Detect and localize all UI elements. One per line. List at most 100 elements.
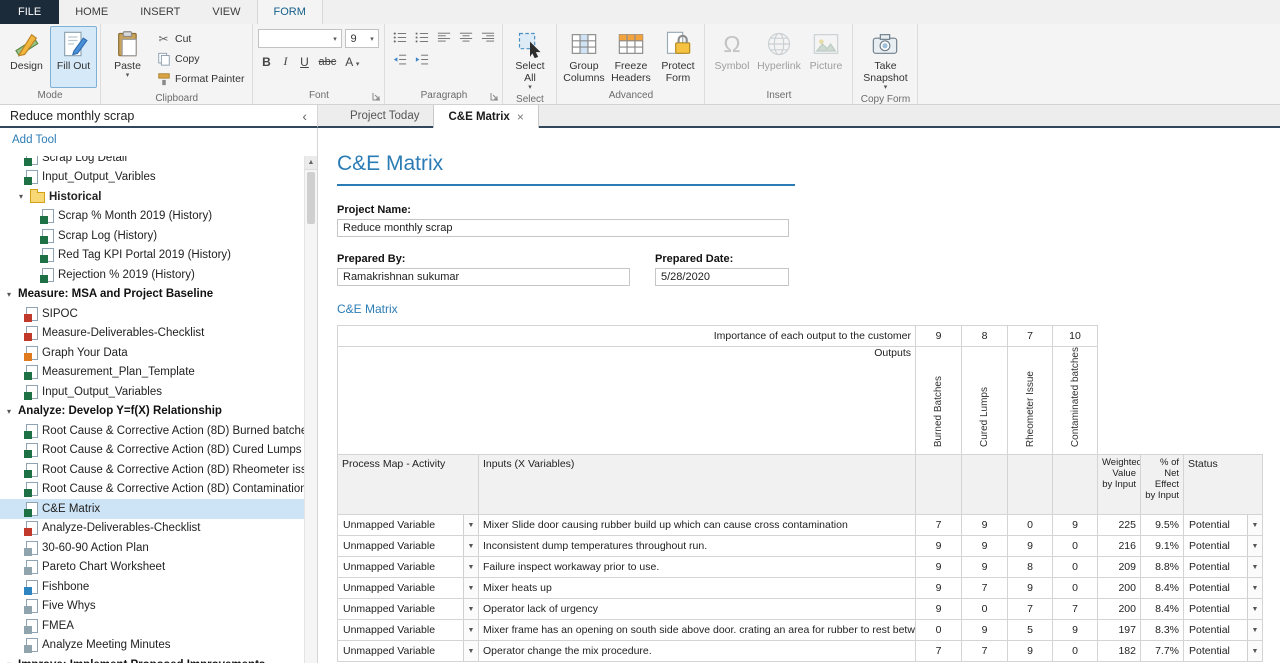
strikethrough-button[interactable]: abc [315,55,339,69]
input-variable-cell[interactable]: Mixer heats up [479,578,916,599]
score-cell[interactable]: 0 [916,620,962,641]
activity-select-combobox[interactable]: Unmapped Variable▼ [338,641,478,661]
activity-select-combobox[interactable]: Unmapped Variable▼ [338,536,478,556]
importance-value-cell[interactable]: 7 [1008,326,1053,347]
copy-button[interactable]: Copy [153,50,247,68]
expand-arrow-icon[interactable]: ▾ [4,290,14,299]
dropdown-arrow-icon[interactable]: ▼ [463,557,478,577]
dropdown-arrow-icon[interactable]: ▼ [463,578,478,598]
select-all-dropdown-icon[interactable]: ▾ [528,84,532,91]
score-cell[interactable]: 7 [962,578,1008,599]
sidebar-section-improve-implement-proposed-improvements[interactable]: ▾Improve: Implement Proposed Improvement… [0,655,304,663]
paste-dropdown-arrow-icon[interactable]: ▾ [126,72,130,79]
tab-home[interactable]: HOME [59,0,124,24]
sidebar-item-c-e-matrix[interactable]: C&E Matrix [0,499,304,519]
status-select[interactable]: Potential▼ [1184,599,1263,620]
font-size-dropdown-icon[interactable]: ▾ [365,35,378,43]
take-snapshot-dropdown-icon[interactable]: ▾ [884,84,888,91]
sidebar-section-analyze-develop-y-f-x-relationship[interactable]: ▾Analyze: Develop Y=f(X) Relationship [0,402,304,422]
score-cell[interactable]: 5 [1008,620,1053,641]
score-cell[interactable]: 9 [1008,578,1053,599]
score-cell[interactable]: 0 [962,599,1008,620]
score-cell[interactable]: 0 [1053,557,1098,578]
dropdown-arrow-icon[interactable]: ▼ [1247,641,1262,661]
expand-arrow-icon[interactable]: ▾ [4,407,14,416]
input-variable-cell[interactable]: Mixer frame has an opening on south side… [479,620,916,641]
sidebar-item-graph-your-data[interactable]: Graph Your Data [0,343,304,363]
expand-arrow-icon[interactable]: ▾ [16,192,26,201]
score-cell[interactable]: 0 [1053,641,1098,662]
project-name-field[interactable] [337,219,789,237]
sidebar-item-sipoc[interactable]: SIPOC [0,304,304,324]
italic-button[interactable]: I [277,53,293,70]
dropdown-arrow-icon[interactable]: ▼ [1247,620,1262,640]
dropdown-arrow-icon[interactable]: ▼ [463,515,478,535]
sidebar-item-analyze-meeting-minutes[interactable]: Analyze Meeting Minutes [0,636,304,656]
decrease-indent-icon[interactable] [390,51,409,68]
input-variable-cell[interactable]: Failure inspect workaway prior to use. [479,557,916,578]
activity-select-combobox[interactable]: Unmapped Variable▼ [338,620,478,640]
dropdown-arrow-icon[interactable]: ▼ [1247,536,1262,556]
score-cell[interactable]: 9 [1053,620,1098,641]
sidebar-item-scrap-month-2019-history[interactable]: Scrap % Month 2019 (History) [0,207,304,227]
sidebar-item-pareto-chart-worksheet[interactable]: Pareto Chart Worksheet [0,558,304,578]
activity-select[interactable]: Unmapped Variable▼ [338,620,479,641]
tab-insert[interactable]: INSERT [124,0,196,24]
font-color-button[interactable]: A ▾ [342,54,362,70]
dropdown-arrow-icon[interactable]: ▼ [1247,578,1262,598]
paragraph-dialog-launcher-icon[interactable] [490,92,499,101]
score-cell[interactable]: 9 [962,536,1008,557]
freeze-headers-button[interactable]: Freeze Headers [607,26,654,88]
status-select[interactable]: Potential▼ [1184,578,1263,599]
select-all-button[interactable]: Select All ▾ [506,26,553,93]
prepared-date-field[interactable] [655,268,789,286]
sidebar-item-five-whys[interactable]: Five Whys [0,597,304,617]
score-cell[interactable]: 9 [1053,515,1098,536]
bold-button[interactable]: B [258,54,274,70]
align-left-icon[interactable] [434,29,453,46]
score-cell[interactable]: 0 [1053,578,1098,599]
dropdown-arrow-icon[interactable]: ▼ [463,536,478,556]
activity-select-combobox[interactable]: Unmapped Variable▼ [338,578,478,598]
score-cell[interactable]: 7 [1053,599,1098,620]
sidebar-item-measurement-plan-template[interactable]: Measurement_Plan_Template [0,363,304,383]
status-select-combobox[interactable]: Potential▼ [1184,536,1262,556]
take-snapshot-button[interactable]: Take Snapshot ▾ [856,26,914,93]
font-color-dropdown-icon[interactable]: ▾ [356,61,360,68]
score-cell[interactable]: 9 [962,557,1008,578]
scroll-up-icon[interactable]: ▲ [305,156,317,170]
score-cell[interactable]: 9 [916,578,962,599]
sidebar-item-input-output-variables[interactable]: Input_Output_Variables [0,382,304,402]
sidebar-item-rejection-2019-history[interactable]: Rejection % 2019 (History) [0,265,304,285]
tab-view[interactable]: VIEW [196,0,256,24]
numbered-list-icon[interactable] [412,29,431,46]
score-cell[interactable]: 8 [1008,557,1053,578]
sidebar-item-root-cause-corrective-action-8d-contamin[interactable]: Root Cause & Corrective Action (8D) Cont… [0,480,304,500]
status-select-combobox[interactable]: Potential▼ [1184,620,1262,640]
score-cell[interactable]: 9 [962,515,1008,536]
sidebar-item-scrap-log-detail[interactable]: Scrap Log Detail [0,156,304,168]
status-select[interactable]: Potential▼ [1184,515,1263,536]
importance-value-cell[interactable]: 8 [962,326,1008,347]
importance-value-cell[interactable]: 9 [916,326,962,347]
tab-ce-matrix[interactable]: C&E Matrix × [433,105,538,128]
sidebar-item-root-cause-corrective-action-8d-cured-lu[interactable]: Root Cause & Corrective Action (8D) Cure… [0,441,304,461]
dropdown-arrow-icon[interactable]: ▼ [463,620,478,640]
font-size-select[interactable]: 9 ▾ [345,29,379,48]
output-column-header-cured-lumps[interactable]: Cured Lumps [962,347,1008,455]
protect-form-button[interactable]: Protect Form [654,26,701,88]
score-cell[interactable]: 7 [1008,599,1053,620]
dropdown-arrow-icon[interactable]: ▼ [1247,599,1262,619]
dropdown-arrow-icon[interactable]: ▼ [1247,557,1262,577]
paste-button[interactable]: Paste ▾ [104,26,151,88]
input-variable-cell[interactable]: Inconsistent dump temperatures throughou… [479,536,916,557]
align-center-icon[interactable] [456,29,475,46]
score-cell[interactable]: 7 [916,641,962,662]
design-button[interactable]: Design [3,26,50,88]
scrollbar-thumb[interactable] [307,172,315,224]
status-select-combobox[interactable]: Potential▼ [1184,578,1262,598]
status-select[interactable]: Potential▼ [1184,641,1263,662]
activity-select[interactable]: Unmapped Variable▼ [338,578,479,599]
score-cell[interactable]: 9 [1008,536,1053,557]
align-right-icon[interactable] [478,29,497,46]
